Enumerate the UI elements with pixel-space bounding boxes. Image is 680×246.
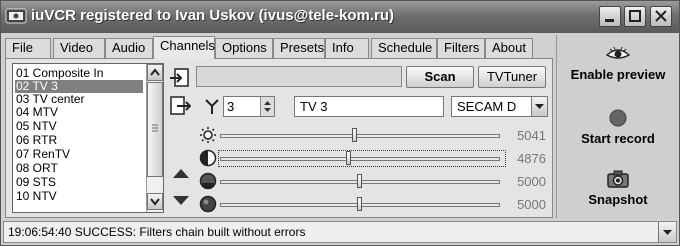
dropdown-button[interactable] <box>531 97 547 116</box>
list-item[interactable]: 07 RenTV <box>15 148 143 161</box>
list-item[interactable]: 08 ORT <box>15 162 143 175</box>
saturation-icon <box>199 172 217 190</box>
minimize-button[interactable] <box>599 6 621 27</box>
saturation-track[interactable] <box>220 174 500 188</box>
record-icon <box>609 109 627 127</box>
brightness-track[interactable] <box>220 128 500 142</box>
import-icon[interactable] <box>169 67 191 89</box>
status-bar[interactable]: 19:06:54:40 SUCCESS: Filters chain built… <box>3 221 677 243</box>
saturation-slider-row: 5000 <box>198 172 550 191</box>
channel-number-stepper[interactable]: 3 <box>223 96 275 117</box>
brightness-slider-row: 5041 <box>198 126 550 145</box>
close-icon <box>655 10 667 22</box>
list-item[interactable]: 09 STS <box>15 176 143 189</box>
tab-audio[interactable]: Audio <box>105 38 153 58</box>
tab-channels[interactable]: Channels <box>153 36 215 59</box>
contrast-icon <box>199 149 217 167</box>
spin-buttons[interactable] <box>260 97 274 116</box>
channel-name-field[interactable]: TV 3 <box>294 96 444 117</box>
start-record-label: Start record <box>581 131 655 146</box>
snapshot-label: Snapshot <box>588 192 648 207</box>
tvtuner-button[interactable]: TVTuner <box>478 66 546 88</box>
slider-thumb[interactable] <box>352 128 357 142</box>
spin-arrows-icon <box>264 101 271 112</box>
slider-thumb[interactable] <box>357 197 362 211</box>
enable-preview-label: Enable preview <box>570 67 666 82</box>
channel-list-scrollbar[interactable] <box>146 64 163 212</box>
app-icon <box>5 8 27 24</box>
tab-filters[interactable]: Filters <box>437 38 485 58</box>
export-icon[interactable] <box>169 95 191 117</box>
channel-number-value: 3 <box>227 99 235 114</box>
frequency-bar <box>196 66 402 87</box>
tv-standard-select[interactable]: SECAM D <box>451 96 548 117</box>
close-button[interactable] <box>650 6 672 27</box>
snapshot-button[interactable]: Snapshot <box>557 170 679 207</box>
antenna-icon <box>205 99 219 114</box>
start-record-button[interactable]: Start record <box>557 109 679 146</box>
hue-icon <box>199 195 217 213</box>
brightness-icon <box>200 127 216 143</box>
channel-name-value: TV 3 <box>300 99 328 114</box>
tab-info[interactable]: Info <box>325 38 369 58</box>
slider-thumb[interactable] <box>346 151 351 165</box>
hue-slider-row: 5000 <box>198 195 550 214</box>
tab-schedule[interactable]: Schedule <box>371 38 437 58</box>
tab-strip: File Video Audio Channels Options Preset… <box>5 36 553 59</box>
contrast-track[interactable] <box>220 151 500 165</box>
tv-standard-value: SECAM D <box>457 99 517 114</box>
chevron-down-icon <box>663 230 672 235</box>
chevron-down-icon <box>535 104 544 109</box>
app-window: iuVCR registered to Ivan Uskov (ivus@tel… <box>0 0 680 246</box>
scroll-down-button[interactable] <box>147 193 163 210</box>
status-dropdown-button[interactable] <box>658 222 676 242</box>
hue-value: 5000 <box>517 197 546 212</box>
title-bar[interactable]: iuVCR registered to Ivan Uskov (ivus@tel… <box>1 1 679 33</box>
status-message: 19:06:54:40 SUCCESS: Filters chain built… <box>8 225 306 239</box>
scroll-up-button[interactable] <box>147 64 163 81</box>
minimize-icon <box>605 19 614 22</box>
chevron-down-icon <box>150 198 160 206</box>
contrast-slider-row: 4876 <box>198 149 550 168</box>
move-down-icon[interactable] <box>172 195 190 207</box>
hue-track[interactable] <box>220 197 500 211</box>
channel-list[interactable]: 01 Composite In 02 TV 3 03 TV center 04 … <box>12 63 164 213</box>
action-panel: Enable preview Start record Snapshot <box>556 35 678 218</box>
grip-icon <box>152 124 158 132</box>
move-up-icon[interactable] <box>172 167 190 179</box>
scan-button[interactable]: Scan <box>406 66 474 88</box>
eye-icon <box>606 47 630 59</box>
slider-thumb[interactable] <box>357 174 362 188</box>
tab-options[interactable]: Options <box>215 38 273 58</box>
list-item[interactable]: 05 NTV <box>15 120 143 133</box>
scroll-thumb[interactable] <box>147 82 163 177</box>
brightness-value: 5041 <box>517 128 546 143</box>
tab-about[interactable]: About <box>485 38 533 58</box>
channels-panel: 01 Composite In 02 TV 3 03 TV center 04 … <box>5 58 553 218</box>
tab-presets[interactable]: Presets <box>273 38 325 58</box>
saturation-value: 5000 <box>517 174 546 189</box>
maximize-icon <box>629 10 641 22</box>
maximize-button[interactable] <box>624 6 646 27</box>
enable-preview-button[interactable]: Enable preview <box>557 47 679 82</box>
camera-icon <box>607 170 629 188</box>
contrast-value: 4876 <box>517 151 546 166</box>
tab-file[interactable]: File <box>5 38 51 58</box>
tab-video[interactable]: Video <box>53 38 105 58</box>
window-title: iuVCR registered to Ivan Uskov (ivus@tel… <box>31 7 395 24</box>
list-item[interactable]: 10 NTV <box>15 190 143 203</box>
list-item[interactable]: 06 RTR <box>15 134 143 147</box>
list-item[interactable]: 04 MTV <box>15 106 143 119</box>
chevron-up-icon <box>150 68 160 76</box>
